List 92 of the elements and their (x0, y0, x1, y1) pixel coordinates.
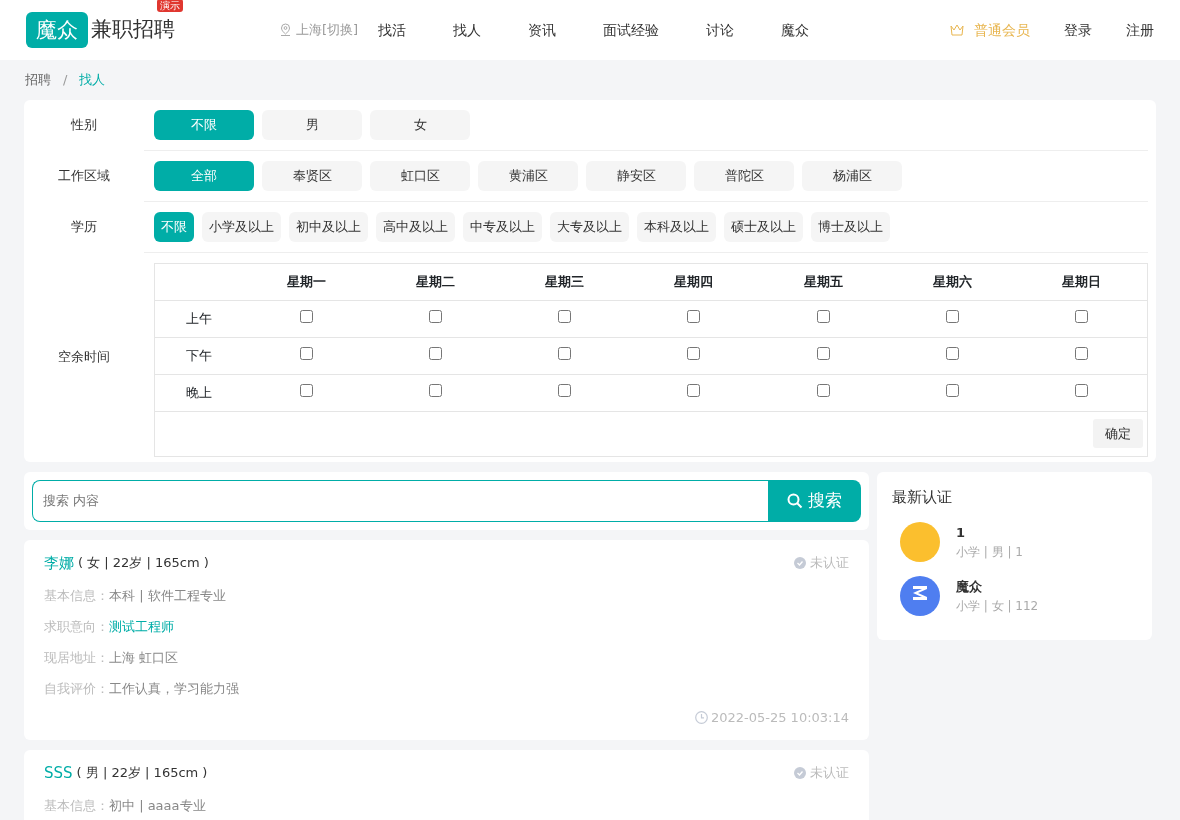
filter-option[interactable]: 奉贤区 (262, 160, 362, 191)
day-header: 星期二 (371, 263, 501, 300)
filter-option[interactable]: 高中及以上 (376, 211, 455, 242)
filter-option[interactable]: 本科及以上 (637, 211, 716, 242)
field-label: 现居地址： (44, 649, 109, 667)
field-value: 工作认真，学习能力强 (109, 680, 239, 698)
clock-icon (694, 711, 708, 725)
filter-option[interactable]: 杨浦区 (802, 160, 902, 191)
demo-badge: 演示 (157, 0, 183, 12)
filter-option[interactable]: 虹口区 (370, 160, 470, 191)
nav-link[interactable]: 找人 (453, 19, 482, 41)
avatar (900, 576, 940, 616)
confirm-button[interactable]: 确定 (1093, 418, 1143, 449)
checkbox[interactable] (300, 383, 314, 397)
checkbox[interactable] (945, 309, 959, 323)
checkbox[interactable] (1075, 309, 1089, 323)
checkbox[interactable] (558, 309, 572, 323)
person-summary: ( 女 | 22岁 | 165cm ) (78, 554, 209, 572)
filter-label: 空余时间 (57, 348, 111, 367)
checkbox[interactable] (429, 309, 443, 323)
filter-label: 学历 (70, 218, 98, 237)
checkbox[interactable] (558, 346, 572, 360)
filter-label: 工作区域 (57, 167, 111, 186)
checkbox[interactable] (945, 383, 959, 397)
field-label: 基本信息： (44, 797, 109, 815)
time-label: 晚上 (154, 374, 243, 411)
crown-icon (950, 24, 964, 36)
filter-option[interactable]: 普陀区 (694, 160, 794, 191)
field-value: 上海 虹口区 (109, 649, 179, 667)
filter-option[interactable]: 静安区 (586, 160, 686, 191)
field-value: 本科 | 软件工程专业 (109, 587, 226, 605)
user-details: 小学 | 男 | 1 (956, 543, 1023, 561)
logo-text[interactable]: 兼职招聘 (91, 14, 175, 46)
user-details: 小学 | 女 | 112 (956, 597, 1039, 615)
filter-option[interactable]: 女 (370, 109, 470, 140)
field-label: 求职意向： (44, 618, 109, 636)
checkbox[interactable] (429, 383, 443, 397)
day-header: 星期三 (500, 263, 630, 300)
checkbox[interactable] (816, 346, 830, 360)
check-circle-icon (794, 556, 806, 569)
avatar (900, 522, 940, 562)
checkbox[interactable] (558, 383, 572, 397)
filter-option[interactable]: 初中及以上 (289, 211, 368, 242)
field-label: 自我评价： (44, 680, 109, 698)
checkbox[interactable] (945, 346, 959, 360)
search-field[interactable]: 搜索 内容 (32, 479, 768, 522)
post-time: 2022-05-25 10:03:14 (710, 709, 849, 727)
check-circle-icon (794, 766, 806, 779)
panel-title: 最新认证 (892, 486, 953, 508)
nav-link[interactable]: 魔众 (781, 19, 810, 41)
field-label: 基本信息： (44, 587, 109, 605)
filter-option[interactable]: 黄浦区 (478, 160, 578, 191)
checkbox[interactable] (816, 309, 830, 323)
nav-link[interactable]: 资讯 (528, 19, 557, 41)
time-label: 下午 (154, 337, 243, 374)
checkbox[interactable] (687, 383, 701, 397)
login-link[interactable]: 登录 (1064, 19, 1092, 41)
checkbox[interactable] (300, 346, 314, 360)
location-pin-icon (279, 23, 292, 37)
nav-link[interactable]: 找活 (378, 19, 407, 41)
verification-status: 未认证 (810, 764, 849, 782)
field-value: 初中 | aaaa专业 (109, 797, 206, 815)
user-name: 魔众 (956, 578, 983, 597)
day-header: 星期六 (887, 263, 1017, 300)
register-link[interactable]: 注册 (1126, 19, 1154, 41)
search-icon (787, 492, 803, 509)
time-label: 上午 (154, 300, 243, 337)
checkbox[interactable] (687, 346, 701, 360)
filter-option[interactable]: 大专及以上 (550, 211, 629, 242)
breadcrumb-separator: / (63, 71, 68, 89)
nav-link[interactable]: 面试经验 (603, 19, 660, 41)
checkbox[interactable] (429, 346, 443, 360)
person-summary: ( 男 | 22岁 | 165cm ) (76, 764, 208, 782)
checkbox[interactable] (816, 383, 830, 397)
filter-option[interactable]: 博士及以上 (811, 211, 890, 242)
checkbox[interactable] (687, 309, 701, 323)
user-name: 1 (956, 524, 967, 543)
checkbox[interactable] (300, 309, 314, 323)
breadcrumb-link[interactable]: 招聘 (25, 70, 51, 90)
filter-option[interactable]: 硕士及以上 (724, 211, 803, 242)
day-header: 星期日 (1016, 263, 1148, 300)
verification-status: 未认证 (810, 554, 849, 572)
filter-option[interactable]: 中专及以上 (463, 211, 542, 242)
day-header: 星期一 (242, 263, 372, 300)
checkbox[interactable] (1075, 346, 1089, 360)
filter-label: 性别 (70, 116, 98, 135)
checkbox[interactable] (1075, 383, 1089, 397)
filter-option[interactable]: 男 (262, 109, 362, 140)
day-header: 星期四 (629, 263, 759, 300)
filter-option[interactable]: 小学及以上 (202, 211, 281, 242)
day-header: 星期五 (758, 263, 888, 300)
nav-link[interactable]: 讨论 (706, 19, 735, 41)
